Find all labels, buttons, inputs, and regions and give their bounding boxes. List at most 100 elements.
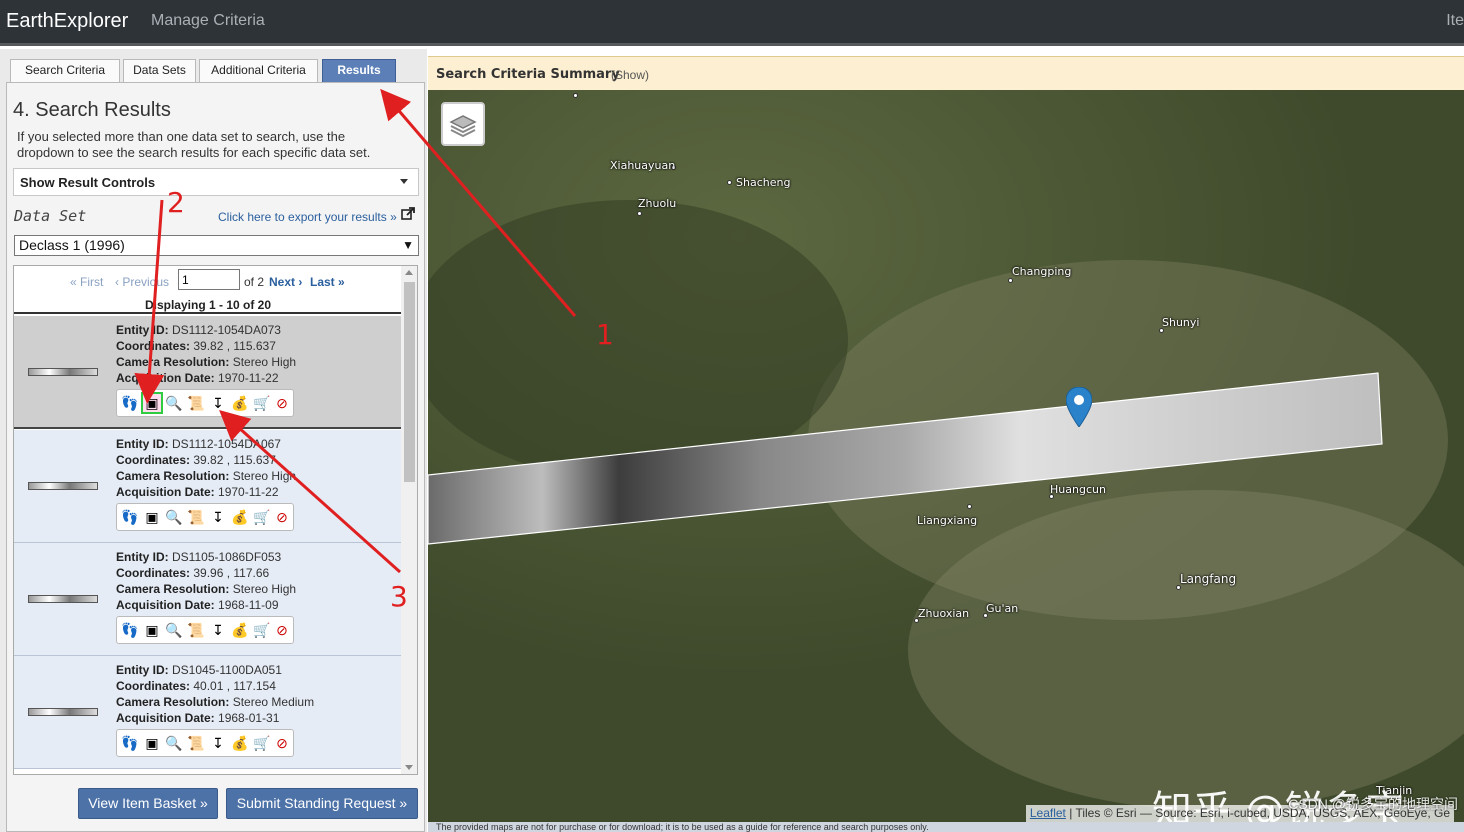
pager-last-link[interactable]: Last »: [310, 275, 345, 289]
chevron-down-icon: ▼: [402, 238, 414, 252]
entity-label: Entity ID:: [116, 437, 169, 451]
entity-label: Entity ID:: [116, 550, 169, 564]
result-row[interactable]: Entity ID: DS1105-1086DF053 Coordinates:…: [14, 543, 402, 656]
displaying-count: Displaying 1 - 10 of 20: [144, 298, 272, 312]
coordinates: 40.01 , 117.154: [193, 679, 276, 693]
exclude-icon[interactable]: ⊘: [273, 734, 291, 752]
scroll-thumb[interactable]: [404, 282, 415, 482]
city-dot: [637, 211, 642, 216]
entity-label: Entity ID:: [116, 323, 169, 337]
pager-previous-link[interactable]: ‹ Previous: [115, 275, 169, 289]
criteria-show-link[interactable]: (Show): [611, 68, 649, 82]
show-result-controls-dropdown[interactable]: Show Result Controls: [13, 168, 419, 196]
results-list: « First ‹ Previous of 2 Next › Last » Di…: [13, 265, 418, 775]
camera-resolution: Stereo Medium: [232, 695, 315, 709]
csdn-watermark: CSDN @锐多宝的地理空间: [1288, 796, 1458, 812]
result-actions: 👣 ▣ 🔍 📜 ↧ 💰 🛒 ⊘: [116, 389, 294, 417]
cart-icon[interactable]: 🛒: [253, 734, 271, 752]
cart-icon[interactable]: 🛒: [253, 508, 271, 526]
dataset-select[interactable]: Declass 1 (1996) ▼: [14, 235, 419, 256]
footprint-icon[interactable]: 👣: [121, 621, 139, 639]
download-icon[interactable]: ↧: [209, 621, 227, 639]
exclude-icon[interactable]: ⊘: [273, 508, 291, 526]
footprint-icon[interactable]: 👣: [121, 508, 139, 526]
download-icon[interactable]: ↧: [209, 734, 227, 752]
order-icon[interactable]: 💰: [231, 621, 249, 639]
exclude-icon[interactable]: ⊘: [273, 621, 291, 639]
top-navbar: EarthExplorer Manage Criteria Ite: [0, 0, 1464, 46]
map-area: Search Criteria Summary (Show) Xiahuayua…: [428, 56, 1464, 832]
entity-id: DS1105-1086DF053: [172, 550, 282, 564]
entity-id: DS1112-1054DA073: [172, 323, 281, 337]
submit-standing-request-button[interactable]: Submit Standing Request »: [226, 788, 418, 819]
city-dot: [573, 93, 578, 98]
result-meta: Entity ID: DS1105-1086DF053 Coordinates:…: [116, 549, 296, 613]
acq-label: Acquisition Date:: [116, 371, 215, 385]
coords-label: Coordinates:: [116, 679, 191, 693]
nav-item-cut[interactable]: Ite: [1446, 12, 1464, 30]
tab-results[interactable]: Results: [322, 59, 396, 82]
acquisition-date: 1968-01-31: [218, 711, 280, 725]
result-thumbnail[interactable]: [28, 708, 98, 716]
tab-search-criteria[interactable]: Search Criteria: [10, 59, 120, 82]
layers-icon: [449, 115, 477, 138]
brand-logo[interactable]: EarthExplorer: [6, 10, 128, 33]
external-link-icon[interactable]: [401, 207, 415, 221]
result-thumbnail[interactable]: [28, 595, 98, 603]
results-scrollbar[interactable]: [401, 266, 417, 774]
cart-icon[interactable]: 🛒: [253, 621, 271, 639]
footprint-icon[interactable]: 👣: [121, 734, 139, 752]
metadata-icon[interactable]: 📜: [187, 394, 205, 412]
compare-icon[interactable]: 🔍: [165, 394, 183, 412]
manage-criteria-link[interactable]: Manage Criteria: [151, 12, 265, 30]
result-actions: 👣 ▣ 🔍 📜 ↧ 💰 🛒 ⊘: [116, 729, 294, 757]
leaflet-link[interactable]: Leaflet: [1030, 806, 1066, 820]
entity-id: DS1112-1054DA067: [172, 437, 281, 451]
compare-icon[interactable]: 🔍: [165, 508, 183, 526]
browse-overlay-icon[interactable]: ▣: [143, 508, 161, 526]
scroll-up-icon[interactable]: [405, 270, 413, 275]
scroll-down-icon[interactable]: [405, 765, 413, 770]
result-row[interactable]: Entity ID: DS1045-1100DA051 Coordinates:…: [14, 656, 402, 769]
cart-icon[interactable]: 🛒: [253, 394, 271, 412]
annotation-label-1: 1: [596, 318, 614, 351]
layers-control-button[interactable]: [441, 102, 485, 146]
browse-overlay-icon[interactable]: ▣: [143, 734, 161, 752]
acq-label: Acquisition Date:: [116, 711, 215, 725]
order-icon[interactable]: 💰: [231, 394, 249, 412]
footprint-icon[interactable]: 👣: [121, 394, 139, 412]
metadata-icon[interactable]: 📜: [187, 508, 205, 526]
result-thumbnail[interactable]: [28, 368, 98, 376]
order-icon[interactable]: 💰: [231, 508, 249, 526]
map-canvas[interactable]: Xiahuayuan Shacheng Zhuolu Changping Shu…: [428, 90, 1464, 822]
pager-next-link[interactable]: Next ›: [269, 275, 302, 289]
view-item-basket-button[interactable]: View Item Basket »: [78, 788, 218, 819]
page-number-input[interactable]: [178, 269, 240, 290]
compare-icon[interactable]: 🔍: [165, 734, 183, 752]
browse-overlay-icon[interactable]: ▣: [141, 392, 163, 414]
map-marker-icon[interactable]: [1066, 387, 1092, 427]
metadata-icon[interactable]: 📜: [187, 734, 205, 752]
pager-first-link[interactable]: « First: [70, 275, 103, 289]
metadata-icon[interactable]: 📜: [187, 621, 205, 639]
results-panel: 4. Search Results If you selected more t…: [6, 82, 425, 832]
result-thumbnail[interactable]: [28, 482, 98, 490]
order-icon[interactable]: 💰: [231, 734, 249, 752]
result-row[interactable]: Entity ID: DS1112-1054DA067 Coordinates:…: [14, 430, 402, 543]
export-results-link[interactable]: Click here to export your results »: [218, 210, 397, 224]
tab-additional-criteria[interactable]: Additional Criteria: [199, 59, 318, 82]
browse-overlay-icon[interactable]: ▣: [143, 621, 161, 639]
download-icon[interactable]: ↧: [209, 394, 227, 412]
compare-icon[interactable]: 🔍: [165, 621, 183, 639]
coords-label: Coordinates:: [116, 566, 191, 580]
result-row[interactable]: Entity ID: DS1112-1054DA073 Coordinates:…: [14, 316, 402, 429]
camera-label: Camera Resolution:: [116, 695, 230, 709]
result-actions: 👣 ▣ 🔍 📜 ↧ 💰 🛒 ⊘: [116, 503, 294, 531]
download-icon[interactable]: ↧: [209, 508, 227, 526]
acq-label: Acquisition Date:: [116, 485, 215, 499]
exclude-icon[interactable]: ⊘: [273, 394, 291, 412]
city-label-zhuolu: Zhuolu: [638, 197, 677, 210]
coordinates: 39.82 , 115.637: [193, 339, 276, 353]
tab-data-sets[interactable]: Data Sets: [123, 59, 196, 82]
city-label-guan: Gu'an: [986, 602, 1019, 615]
